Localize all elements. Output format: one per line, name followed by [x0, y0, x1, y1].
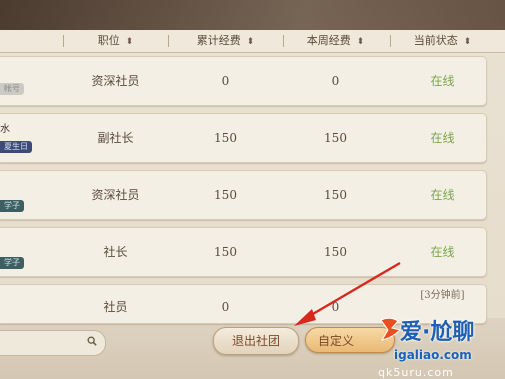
cell-total-funds: 150 [214, 131, 237, 145]
cell-total-funds: 150 [214, 245, 237, 259]
cell-total-funds: 0 [221, 74, 230, 88]
leave-club-button[interactable]: 退出社团 [213, 327, 299, 355]
cell-status: 在线 [430, 131, 455, 145]
watermark-url: igaliao.com [394, 348, 472, 362]
header-total-funds-label: 累计经费 [196, 34, 241, 47]
header-position[interactable]: 职位 ⬍ [63, 30, 168, 52]
header-status-label: 当前状态 [413, 34, 458, 47]
sort-icon[interactable]: ⬍ [357, 37, 365, 47]
table-row[interactable]: 帐号 资深社员 0 0 在线 [0, 56, 487, 106]
watermark-title: 爱·尬聊 [400, 320, 475, 345]
cell-total-funds: 150 [214, 188, 237, 202]
table-row[interactable]: 学子 社长 150 150 在线 [0, 227, 487, 277]
cell-position: 社长 [103, 245, 128, 259]
search-input[interactable] [0, 330, 106, 356]
sort-icon[interactable]: ⬍ [247, 37, 255, 47]
cell-weekly-funds: 150 [324, 245, 347, 259]
table-header: 职位 ⬍ 累计经费 ⬍ 本周经费 ⬍ 当前状态 ⬍ [0, 30, 505, 53]
header-position-label: 职位 [97, 34, 120, 47]
header-total-funds[interactable]: 累计经费 ⬍ [168, 30, 283, 52]
member-tag: 学子 [0, 200, 24, 212]
member-name: 水 [0, 124, 10, 135]
watermark: 爱·尬聊 igaliao.com qk5uru.com [378, 310, 505, 379]
cell-position: 资深社员 [91, 74, 140, 88]
header-weekly-funds-label: 本周经费 [306, 34, 351, 47]
cell-weekly-funds: 150 [324, 188, 347, 202]
cell-status: 在线 [430, 188, 455, 202]
cell-weekly-funds: 0 [331, 74, 340, 88]
member-tag: 学子 [0, 257, 24, 269]
table-row[interactable]: 水 夏生日 副社长 150 150 在线 [0, 113, 487, 163]
header-weekly-funds[interactable]: 本周经费 ⬍ [283, 30, 388, 52]
cell-position: 资深社员 [91, 188, 140, 202]
cell-weekly-funds: 0 [331, 300, 340, 314]
member-tag: 夏生日 [0, 141, 32, 153]
header-status[interactable]: 当前状态 ⬍ [390, 30, 495, 52]
top-background-strip [0, 0, 505, 30]
cell-status: 在线 [430, 74, 455, 88]
cell-position: 社员 [103, 300, 128, 314]
sort-icon[interactable]: ⬍ [126, 37, 134, 47]
member-tag: 帐号 [0, 83, 24, 95]
cell-status: [3分钟前] [420, 290, 465, 301]
search-icon[interactable] [87, 336, 97, 346]
cell-status: 在线 [430, 245, 455, 259]
cell-position: 副社长 [97, 131, 134, 145]
watermark-logo-icon [380, 317, 401, 341]
cell-weekly-funds: 150 [324, 131, 347, 145]
cell-total-funds: 0 [221, 300, 230, 314]
watermark-url-secondary: qk5uru.com [378, 366, 454, 379]
sort-icon[interactable]: ⬍ [464, 37, 472, 47]
table-row[interactable]: 学子 资深社员 150 150 在线 [0, 170, 487, 220]
